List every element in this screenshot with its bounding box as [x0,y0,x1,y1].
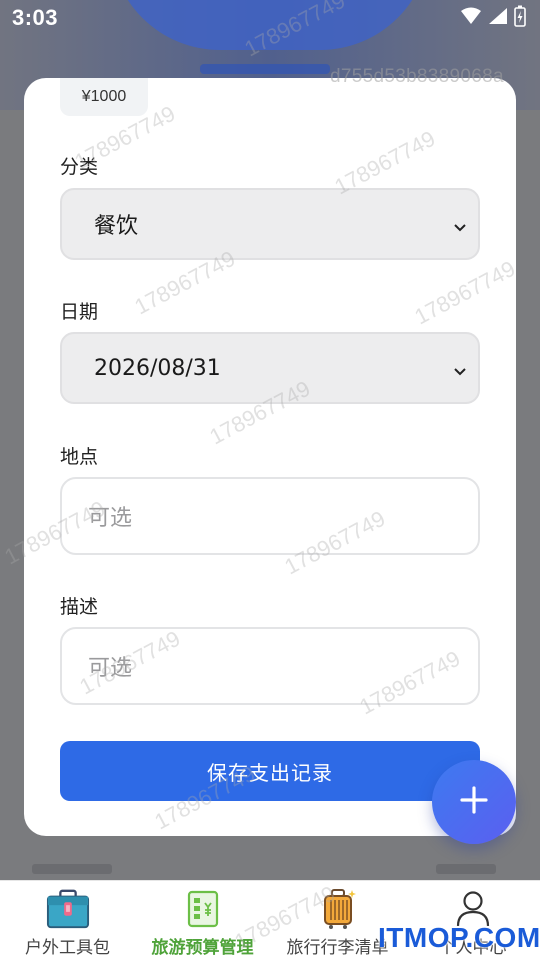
status-bar: 3:03 [0,0,540,36]
date-select-value: 2026/08/31 [94,355,221,381]
nav-label-budget: 旅游预算管理 [151,938,254,958]
add-fab-button[interactable] [432,760,516,844]
date-label: 日期 [60,301,99,323]
description-label: 描述 [60,596,99,618]
location-input[interactable]: 可选 [60,477,480,555]
plus-icon [459,785,489,819]
watermark-hash: d755d53b8389068a [330,66,504,87]
location-label: 地点 [60,446,99,468]
chevron-down-icon [452,216,468,232]
site-branding: ITMOP.COM [378,922,540,953]
category-select-value: 餐饮 [94,214,139,239]
amount-chip: ¥1000 [60,78,148,116]
save-expense-button[interactable]: 保存支出记录 [60,741,480,801]
date-select[interactable]: 2026/08/31 [60,332,480,404]
status-icons [460,5,526,31]
location-placeholder: 可选 [88,506,133,531]
background-header-link [200,64,330,74]
chevron-down-icon [452,360,468,376]
toolbox-icon [46,887,90,931]
add-expense-modal: ¥1000 分类 餐饮 日期 2026/08/31 地点 可选 描述 可选 保存… [24,78,516,836]
battery-charging-icon [514,5,526,31]
nav-label-luggage: 旅行行李清单 [286,938,389,958]
category-select[interactable]: 餐饮 [60,188,480,260]
cellular-icon [488,7,508,29]
nav-item-toolbox[interactable]: 户外工具包 [0,881,135,960]
status-time: 3:03 [12,5,59,30]
budget-icon [181,887,225,931]
background-list-row [24,858,516,880]
wifi-icon [460,7,482,29]
description-input[interactable]: 可选 [60,627,480,705]
description-placeholder: 可选 [88,656,133,681]
nav-item-budget[interactable]: 旅游预算管理 [135,881,270,960]
category-label: 分类 [60,156,99,178]
luggage-icon [316,887,360,931]
nav-label-toolbox: 户外工具包 [25,938,110,958]
